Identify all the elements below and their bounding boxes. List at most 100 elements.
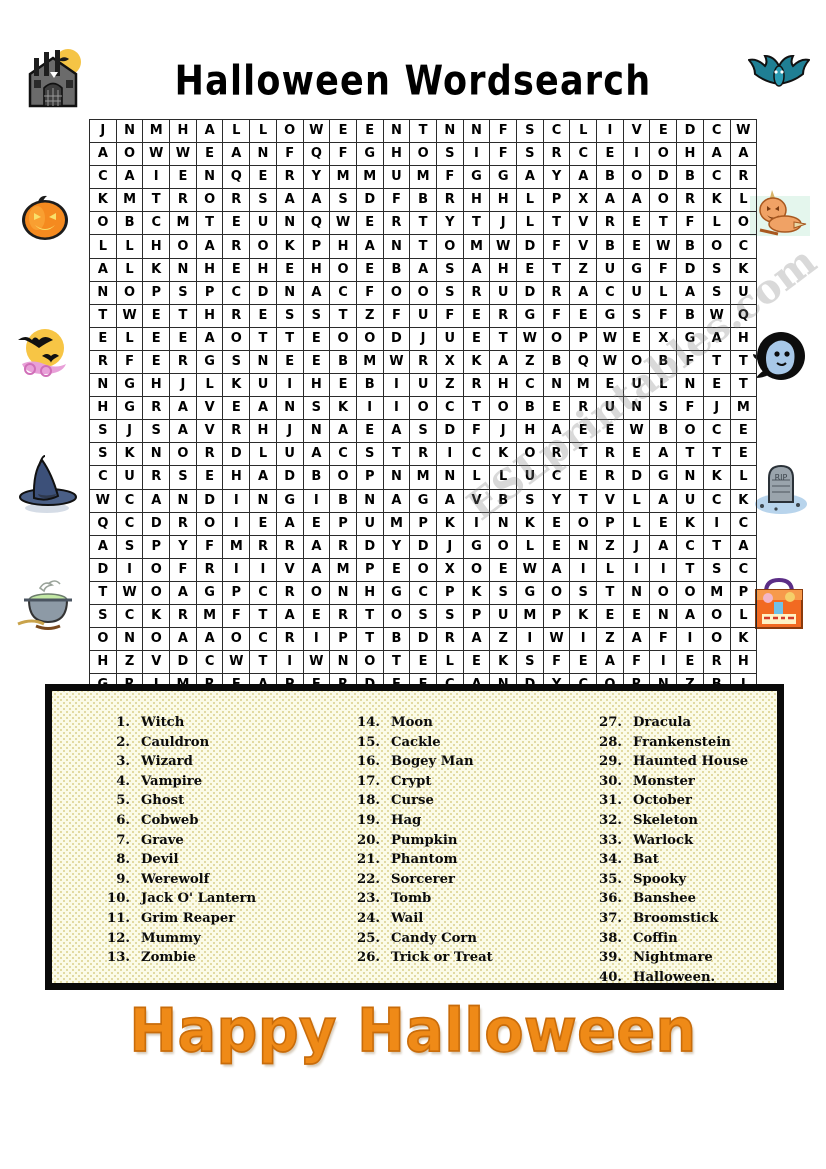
grid-cell[interactable]: T <box>702 349 731 375</box>
grid-cell[interactable]: T <box>409 234 437 259</box>
grid-cell[interactable]: C <box>516 373 544 398</box>
grid-cell[interactable]: R <box>195 557 224 582</box>
grid-cell[interactable]: E <box>729 419 758 444</box>
grid-cell[interactable]: O <box>435 234 464 259</box>
grid-cell[interactable]: Y <box>302 165 331 190</box>
grid-cell[interactable]: T <box>249 603 277 629</box>
grid-cell[interactable]: S <box>169 465 197 490</box>
grid-cell[interactable]: J <box>409 326 437 351</box>
grid-cell[interactable]: M <box>169 211 197 236</box>
grid-cell[interactable]: A <box>275 603 304 629</box>
grid-cell[interactable]: N <box>275 396 304 421</box>
grid-cell[interactable]: M <box>355 165 384 190</box>
grid-cell[interactable]: D <box>275 465 304 490</box>
grid-cell[interactable]: F <box>169 557 197 582</box>
grid-cell[interactable]: L <box>569 118 598 144</box>
grid-cell[interactable]: H <box>142 234 171 259</box>
grid-cell[interactable]: C <box>89 465 117 490</box>
grid-cell[interactable]: T <box>89 303 117 328</box>
grid-cell[interactable]: N <box>169 488 197 513</box>
grid-cell[interactable]: M <box>409 465 437 490</box>
grid-cell[interactable]: M <box>409 165 437 190</box>
grid-cell[interactable]: W <box>542 627 571 652</box>
grid-cell[interactable]: D <box>382 326 411 351</box>
grid-cell[interactable]: S <box>435 257 464 282</box>
grid-cell[interactable]: H <box>382 142 411 167</box>
grid-cell[interactable]: P <box>222 580 251 605</box>
grid-cell[interactable]: O <box>622 349 651 375</box>
grid-cell[interactable]: R <box>702 650 731 675</box>
grid-cell[interactable]: Z <box>435 373 464 398</box>
grid-cell[interactable]: S <box>302 303 331 328</box>
grid-cell[interactable]: G <box>409 488 437 513</box>
grid-cell[interactable]: E <box>622 442 651 467</box>
grid-cell[interactable]: D <box>516 234 544 259</box>
grid-cell[interactable]: K <box>729 257 758 282</box>
grid-cell[interactable]: R <box>89 349 117 375</box>
grid-cell[interactable]: E <box>142 303 171 328</box>
grid-cell[interactable]: Z <box>596 627 624 652</box>
grid-cell[interactable]: A <box>542 557 571 582</box>
grid-cell[interactable]: Z <box>569 257 598 282</box>
grid-cell[interactable]: O <box>222 627 251 652</box>
grid-cell[interactable]: A <box>596 188 624 213</box>
grid-cell[interactable]: V <box>569 211 598 236</box>
grid-cell[interactable]: L <box>622 511 651 536</box>
grid-cell[interactable]: O <box>329 465 357 490</box>
grid-cell[interactable]: U <box>249 373 277 398</box>
grid-cell[interactable]: K <box>729 627 758 652</box>
grid-cell[interactable]: T <box>676 442 704 467</box>
grid-cell[interactable]: S <box>409 603 437 629</box>
grid-cell[interactable]: T <box>596 580 624 605</box>
grid-cell[interactable]: B <box>329 349 357 375</box>
grid-cell[interactable]: I <box>355 396 384 421</box>
grid-cell[interactable]: E <box>275 257 304 282</box>
grid-cell[interactable]: X <box>435 557 464 582</box>
grid-cell[interactable]: T <box>89 580 117 605</box>
grid-cell[interactable]: D <box>649 165 678 190</box>
grid-cell[interactable]: C <box>676 534 704 559</box>
grid-cell[interactable]: R <box>329 603 357 629</box>
grid-cell[interactable]: I <box>569 627 598 652</box>
grid-cell[interactable]: T <box>489 326 517 351</box>
grid-cell[interactable]: W <box>302 650 331 675</box>
grid-cell[interactable]: Q <box>729 303 758 328</box>
grid-cell[interactable]: O <box>702 627 731 652</box>
grid-cell[interactable]: L <box>516 188 544 213</box>
grid-cell[interactable]: E <box>382 557 411 582</box>
grid-cell[interactable]: J <box>622 534 651 559</box>
grid-cell[interactable]: N <box>649 603 678 629</box>
grid-cell[interactable]: A <box>702 326 731 351</box>
grid-cell[interactable]: L <box>622 488 651 513</box>
grid-cell[interactable]: B <box>516 396 544 421</box>
grid-cell[interactable]: I <box>222 511 251 536</box>
grid-cell[interactable]: M <box>195 603 224 629</box>
grid-cell[interactable]: E <box>542 511 571 536</box>
grid-cell[interactable]: A <box>729 534 758 559</box>
grid-cell[interactable]: A <box>302 188 331 213</box>
grid-cell[interactable]: V <box>195 396 224 421</box>
grid-cell[interactable]: M <box>115 188 144 213</box>
grid-cell[interactable]: C <box>115 603 144 629</box>
grid-cell[interactable]: H <box>516 419 544 444</box>
grid-cell[interactable]: I <box>115 557 144 582</box>
grid-cell[interactable]: E <box>249 165 277 190</box>
grid-cell[interactable]: N <box>329 580 357 605</box>
grid-cell[interactable]: O <box>729 211 758 236</box>
grid-cell[interactable]: J <box>435 534 464 559</box>
grid-cell[interactable]: R <box>169 188 197 213</box>
grid-cell[interactable]: E <box>195 465 224 490</box>
grid-cell[interactable]: R <box>676 188 704 213</box>
grid-cell[interactable]: S <box>275 303 304 328</box>
grid-cell[interactable]: O <box>569 511 598 536</box>
grid-cell[interactable]: R <box>249 534 277 559</box>
grid-cell[interactable]: L <box>729 465 758 490</box>
grid-cell[interactable]: N <box>329 650 357 675</box>
grid-cell[interactable]: A <box>195 627 224 652</box>
grid-cell[interactable]: F <box>382 303 411 328</box>
grid-cell[interactable]: A <box>489 349 517 375</box>
grid-cell[interactable]: P <box>462 603 491 629</box>
grid-cell[interactable]: F <box>676 396 704 421</box>
grid-cell[interactable]: Q <box>569 349 598 375</box>
grid-cell[interactable]: G <box>516 580 544 605</box>
